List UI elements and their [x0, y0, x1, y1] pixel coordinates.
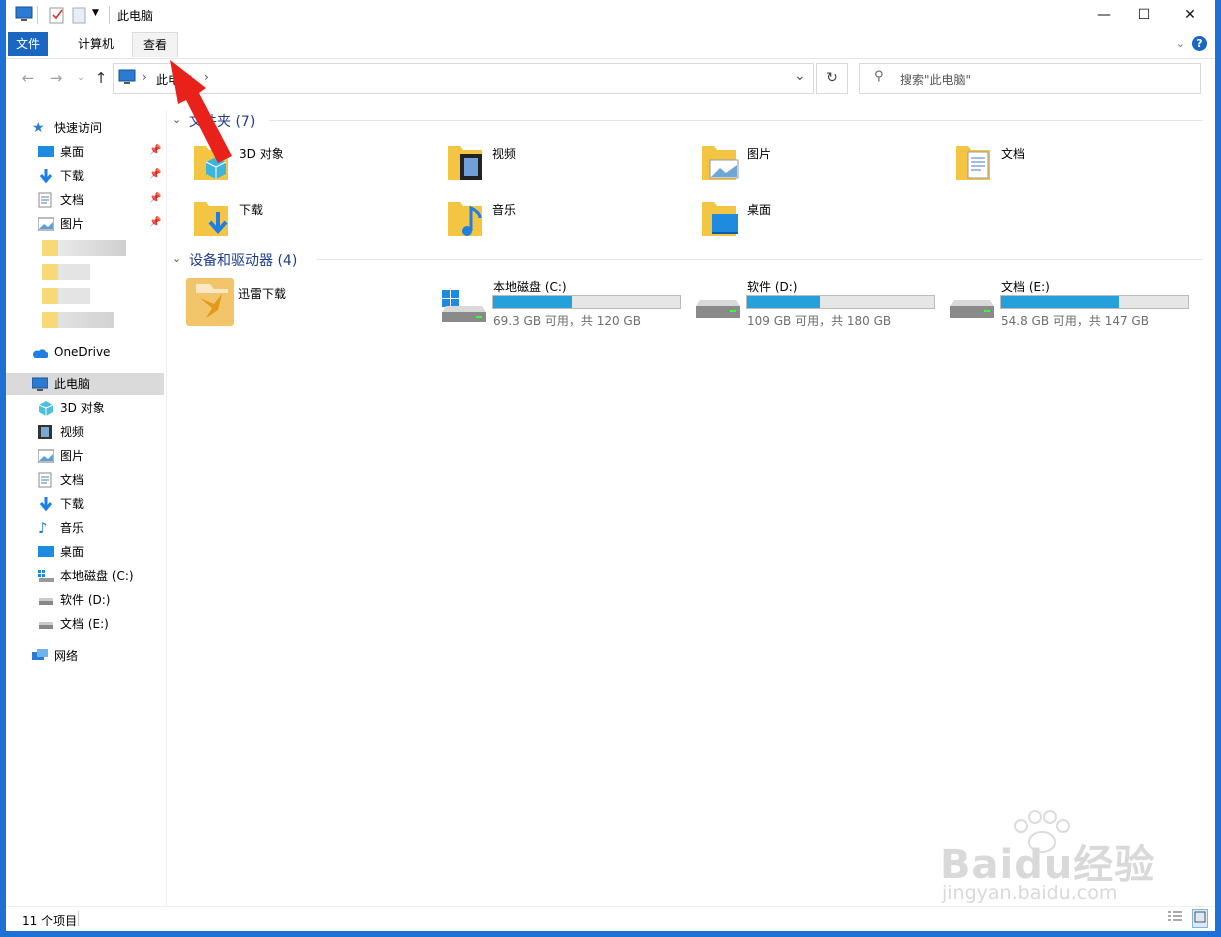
annotation-arrow	[170, 60, 232, 163]
